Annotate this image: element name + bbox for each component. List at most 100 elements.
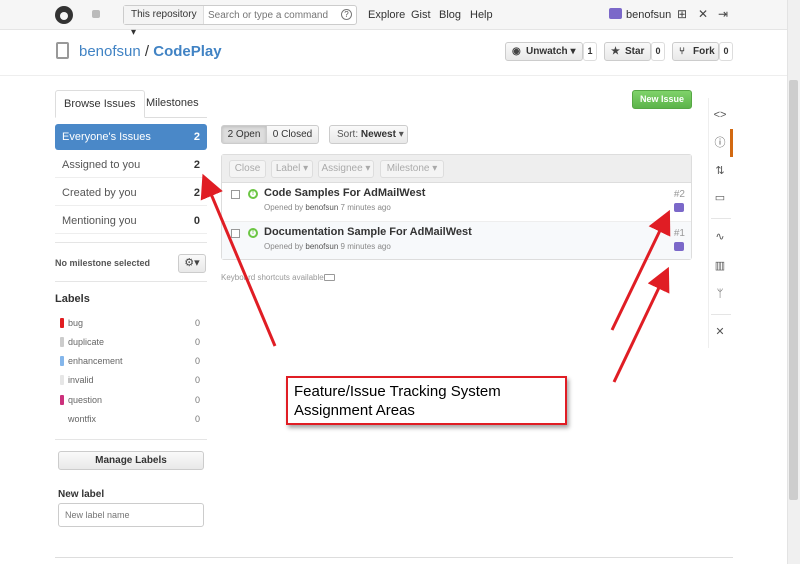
keyboard-icon [324, 274, 335, 281]
label-item-wontfix[interactable]: wontfix 0 [60, 411, 200, 429]
repo-sidebar-divider [711, 314, 731, 315]
issue-checkbox[interactable] [231, 229, 240, 238]
label-count: 0 [194, 318, 200, 328]
sign-out-icon[interactable]: ⇥ [717, 8, 729, 20]
close-button[interactable]: Close [229, 160, 266, 178]
pulse-icon[interactable]: ∿ [711, 230, 729, 244]
tab-milestones[interactable]: Milestones [138, 90, 207, 118]
issue-timestamp: 7 minutes ago [340, 203, 391, 212]
settings-icon[interactable]: ✕ [711, 325, 729, 339]
label-color-swatch [60, 375, 64, 385]
unwatch-label: Unwatch [526, 46, 568, 57]
filter-count: 0 [193, 215, 200, 227]
network-icon[interactable]: ᛘ [711, 287, 729, 301]
assignee-avatar[interactable] [674, 203, 684, 212]
new-repo-icon[interactable]: ⊞ [676, 8, 688, 20]
star-count[interactable]: 0 [651, 42, 665, 61]
sidebar-divider [55, 439, 207, 440]
filter-assigned-to-you[interactable]: Assigned to you 2 [55, 152, 207, 178]
fork-count[interactable]: 0 [719, 42, 733, 61]
filter-count: 2 [193, 187, 200, 199]
open-issues-toggle[interactable]: 2 Open [221, 125, 267, 144]
issue-row[interactable]: ! Code Samples For AdMailWest Opened by … [222, 183, 691, 221]
github-logo-icon[interactable] [55, 6, 73, 24]
nav-explore[interactable]: Explore [368, 9, 405, 21]
issues-icon[interactable]: ⓘ [711, 136, 729, 150]
label-count: 0 [194, 375, 200, 385]
filter-mentioning-you[interactable]: Mentioning you 0 [55, 208, 207, 234]
pull-requests-icon[interactable]: ⇅ [711, 164, 729, 178]
issue-timestamp: 9 minutes ago [340, 242, 391, 251]
fork-label: Fork [693, 46, 715, 57]
label-item-invalid[interactable]: invalid 0 [60, 372, 200, 390]
new-label-input[interactable] [58, 503, 204, 527]
scrollbar-thumb[interactable] [789, 80, 798, 500]
open-issue-icon: ! [248, 189, 258, 199]
unwatch-button[interactable]: ◉ Unwatch ▾ [505, 42, 583, 61]
issue-meta-prefix: Opened by [264, 203, 304, 212]
notifications-icon[interactable] [92, 10, 100, 18]
tab-browse-issues[interactable]: Browse Issues [55, 90, 145, 118]
label-color-swatch [60, 414, 64, 424]
label-name: wontfix [68, 414, 97, 424]
manage-labels-button[interactable]: Manage Labels [58, 451, 204, 470]
repo-owner-link[interactable]: benofsun [79, 43, 141, 60]
issue-checkbox[interactable] [231, 190, 240, 199]
label-item-bug[interactable]: bug 0 [60, 315, 200, 333]
milestone-gear-button[interactable]: ⚙▾ [178, 254, 206, 273]
label-color-swatch [60, 337, 64, 347]
graphs-icon[interactable]: ▥ [711, 259, 729, 273]
issue-author-link[interactable]: benofsun [305, 203, 338, 212]
code-icon[interactable]: <> [711, 108, 729, 122]
search-help-icon[interactable]: ? [341, 9, 352, 20]
keyboard-shortcuts-hint[interactable]: Keyboard shortcuts available [221, 273, 324, 282]
assignee-dropdown[interactable]: Assignee ▾ [318, 160, 374, 178]
fork-button[interactable]: ⑂ Fork [672, 42, 719, 61]
wiki-icon[interactable]: ▭ [711, 191, 729, 205]
settings-tools-icon[interactable]: ✕ [697, 8, 709, 20]
issue-meta-prefix: Opened by [264, 242, 304, 251]
label-dropdown[interactable]: Label ▾ [271, 160, 313, 178]
star-button[interactable]: ★ Star [604, 42, 651, 61]
annotation-arrows [200, 173, 671, 383]
issue-list: Close Label ▾ Assignee ▾ Milestone ▾ ! C… [221, 154, 692, 260]
label-count: 0 [194, 356, 200, 366]
issue-author-link[interactable]: benofsun [305, 242, 338, 251]
nav-blog[interactable]: Blog [439, 9, 461, 21]
issue-meta: Opened by benofsun 7 minutes ago [264, 203, 391, 212]
repo-title: benofsun / CodePlay [79, 43, 222, 60]
issue-title-link[interactable]: Code Samples For AdMailWest [264, 187, 425, 199]
avatar[interactable] [609, 8, 622, 19]
filter-created-by-you[interactable]: Created by you 2 [55, 180, 207, 206]
username-link[interactable]: benofsun [626, 9, 671, 21]
annotation-line-2: Assignment Areas [294, 402, 415, 419]
search-scope-selector[interactable]: This repository ▾ [124, 6, 204, 38]
label-item-enhancement[interactable]: enhancement 0 [60, 353, 200, 371]
sort-dropdown[interactable]: Sort: Newest ▾ [329, 125, 408, 144]
watch-count[interactable]: 1 [583, 42, 597, 61]
filter-everyones-issues[interactable]: Everyone's Issues 2 [55, 124, 207, 150]
annotation-callout: Feature/Issue Tracking System Assignment… [286, 376, 567, 425]
sidebar-divider [55, 281, 207, 282]
label-item-duplicate[interactable]: duplicate 0 [60, 334, 200, 352]
issue-row[interactable]: ! Documentation Sample For AdMailWest Op… [222, 221, 691, 259]
nav-gist[interactable]: Gist [411, 9, 431, 21]
top-header: This repository ▾ ? Explore Gist Blog He… [0, 0, 800, 38]
filter-label: Assigned to you [62, 159, 141, 171]
milestone-dropdown[interactable]: Milestone ▾ [380, 160, 444, 178]
assignee-avatar[interactable] [674, 242, 684, 251]
new-issue-button[interactable]: New Issue [632, 90, 692, 109]
sort-prefix: Sort: [337, 129, 359, 140]
label-name: bug [68, 318, 84, 328]
repo-book-icon [56, 42, 69, 59]
eye-icon: ◉ [512, 46, 521, 57]
repo-name-link[interactable]: CodePlay [153, 43, 221, 60]
star-icon: ★ [611, 46, 620, 57]
search-box[interactable]: This repository ▾ ? [123, 5, 357, 38]
issue-title-link[interactable]: Documentation Sample For AdMailWest [264, 226, 472, 238]
search-input[interactable] [208, 8, 338, 22]
closed-issues-toggle[interactable]: 0 Closed [266, 125, 319, 144]
label-item-question[interactable]: question 0 [60, 392, 200, 410]
label-count: 0 [194, 395, 200, 405]
nav-help[interactable]: Help [470, 9, 493, 21]
